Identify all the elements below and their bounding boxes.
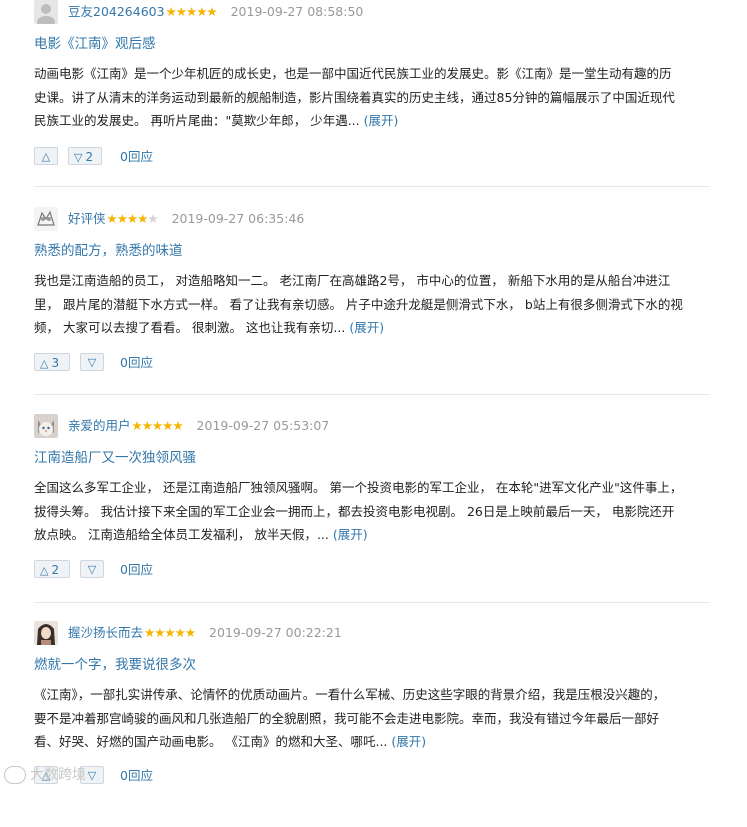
timestamp: 2019-09-27 05:53:07: [196, 418, 330, 433]
review-title-link[interactable]: 熟悉的配方，熟悉的味道: [34, 241, 183, 261]
review-title-link[interactable]: 江南造船厂又一次独领风骚: [34, 448, 196, 468]
excerpt-line: 要不是冲着那宫崎骏的画风和几张造船厂的全貌剧照，我可能不会走进电影院。幸而，我没…: [34, 710, 660, 726]
timestamp: 2019-09-27 06:35:46: [171, 211, 305, 226]
review-item: 握沙扬长而去★★★★★ 2019-09-27 00:22:21 燃就一个字，我要说…: [0, 621, 747, 827]
user-avatar[interactable]: [34, 0, 58, 24]
excerpt-line: 《江南》，一部扎实讲传承、论情怀的优质动画片。一看什么军械、历史这些字眼的背景介…: [34, 687, 666, 702]
username-link[interactable]: 亲爱的用户: [68, 418, 131, 433]
review-item: 豆友204264603★★★★★ 2019-09-27 08:58:50 电影《江…: [0, 0, 747, 206]
triangle-up-icon: △: [41, 150, 51, 163]
excerpt-line: 民族工业的发展史。 再听片尾曲："莫欺少年郎， 少年遇...: [34, 113, 360, 128]
review-excerpt: 动画电影《江南》是一个少年机匠的成长史，也是一部中国近代民族工业的发展史。影《江…: [34, 62, 714, 133]
review-excerpt: 《江南》，一部扎实讲传承、论情怀的优质动画片。一看什么军械、历史这些字眼的背景介…: [34, 683, 714, 754]
reply-link[interactable]: 0回应: [120, 353, 153, 373]
downvote-count: 2: [85, 150, 94, 164]
rating-stars: ★★★★★: [165, 4, 218, 19]
excerpt-line: 动画电影《江南》是一个少年机匠的成长史，也是一部中国近代民族工业的发展史。影《江…: [34, 66, 672, 81]
divider: [34, 186, 710, 187]
upvote-button[interactable]: △ 3: [34, 353, 70, 371]
expand-link[interactable]: (展开): [333, 527, 368, 542]
upvote-button[interactable]: △: [34, 147, 58, 165]
reply-link[interactable]: 0回应: [120, 560, 153, 580]
triangle-down-icon: ▽: [87, 769, 97, 782]
triangle-up-icon: △: [40, 357, 49, 370]
review-meta: 亲爱的用户★★★★★ 2019-09-27 05:53:07: [68, 414, 329, 438]
downvote-button[interactable]: ▽ 2: [68, 147, 102, 165]
excerpt-line: 史课。讲了从清末的洋务运动到最新的舰船制造，影片围绕着真实的历史主线，通过85分…: [34, 89, 675, 105]
expand-link[interactable]: (展开): [391, 734, 426, 749]
triangle-up-icon: △: [40, 564, 49, 577]
watermark: 大数跨境: [4, 764, 86, 784]
watermark-logo-icon: [4, 766, 26, 784]
reply-link[interactable]: 0回应: [120, 147, 153, 167]
review-meta: 好评侠★★★★★ 2019-09-27 06:35:46: [68, 207, 304, 231]
excerpt-line: 看、好哭、好燃的国产动画电影。 《江南》的燃和大圣、哪吒...: [34, 734, 392, 749]
review-title-link[interactable]: 电影《江南》观后感: [34, 34, 156, 54]
upvote-count: 2: [51, 563, 60, 577]
review-meta: 握沙扬长而去★★★★★ 2019-09-27 00:22:21: [68, 621, 342, 645]
review-item: 亲爱的用户★★★★★ 2019-09-27 05:53:07 江南造船厂又一次独领…: [0, 414, 747, 620]
review-item: 好评侠★★★★★ 2019-09-27 06:35:46 熟悉的配方，熟悉的味道 …: [0, 207, 747, 413]
upvote-button[interactable]: △ 2: [34, 560, 70, 578]
rating-stars: ★★★★★: [131, 418, 184, 433]
rating-stars: ★★★★★: [144, 625, 196, 640]
user-avatar[interactable]: [34, 414, 58, 438]
review-meta: 豆友204264603★★★★★ 2019-09-27 08:58:50: [68, 0, 363, 24]
username-link[interactable]: 豆友204264603: [68, 4, 165, 19]
triangle-down-icon: ▽: [74, 151, 83, 164]
review-title-link[interactable]: 燃就一个字，我要说很多次: [34, 655, 196, 675]
timestamp: 2019-09-27 00:22:21: [209, 625, 342, 640]
username-link[interactable]: 好评侠: [68, 211, 106, 226]
excerpt-line: 我也是江南造船的员工， 对造船略知一二。 老江南厂在高雄路2号， 市中心的位置，…: [34, 273, 671, 288]
excerpt-line: 里， 跟片尾的潜艇下水方式一样。 看了让我有亲切感。 片子中途升龙艇是侧滑式下水…: [34, 296, 683, 312]
reply-link[interactable]: 0回应: [120, 766, 153, 786]
divider: [34, 602, 710, 603]
excerpt-line: 全国这么多军工企业， 还是江南造船厂独领风骚啊。 第一个投资电影的军工企业， 在…: [34, 480, 683, 495]
expand-link[interactable]: (展开): [364, 113, 399, 128]
review-excerpt: 我也是江南造船的员工， 对造船略知一二。 老江南厂在高雄路2号， 市中心的位置，…: [34, 269, 714, 340]
review-excerpt: 全国这么多军工企业， 还是江南造船厂独领风骚啊。 第一个投资电影的军工企业， 在…: [34, 476, 714, 547]
downvote-button[interactable]: ▽: [80, 353, 104, 371]
excerpt-line: 放点映。 江南造船给全体员工发福利， 放半天假，...: [34, 527, 333, 542]
timestamp: 2019-09-27 08:58:50: [230, 4, 364, 19]
triangle-down-icon: ▽: [87, 563, 97, 576]
user-avatar[interactable]: [34, 621, 58, 645]
username-link[interactable]: 握沙扬长而去: [68, 625, 143, 640]
triangle-down-icon: ▽: [87, 356, 97, 369]
upvote-count: 3: [51, 356, 60, 370]
watermark-text: 大数跨境: [30, 767, 86, 783]
divider: [34, 394, 710, 395]
user-avatar[interactable]: [34, 207, 58, 231]
rating-stars: ★★★★★: [106, 211, 159, 226]
excerpt-line: 频， 大家可以去搜了看看。 很刺激。 这也让我有亲切...: [34, 320, 350, 335]
expand-link[interactable]: (展开): [349, 320, 384, 335]
downvote-button[interactable]: ▽: [80, 560, 104, 578]
excerpt-line: 拔得头筹。 我估计接下来全国的军工企业会一拥而上，都去投资电影电视剧。 26日是…: [34, 503, 675, 519]
